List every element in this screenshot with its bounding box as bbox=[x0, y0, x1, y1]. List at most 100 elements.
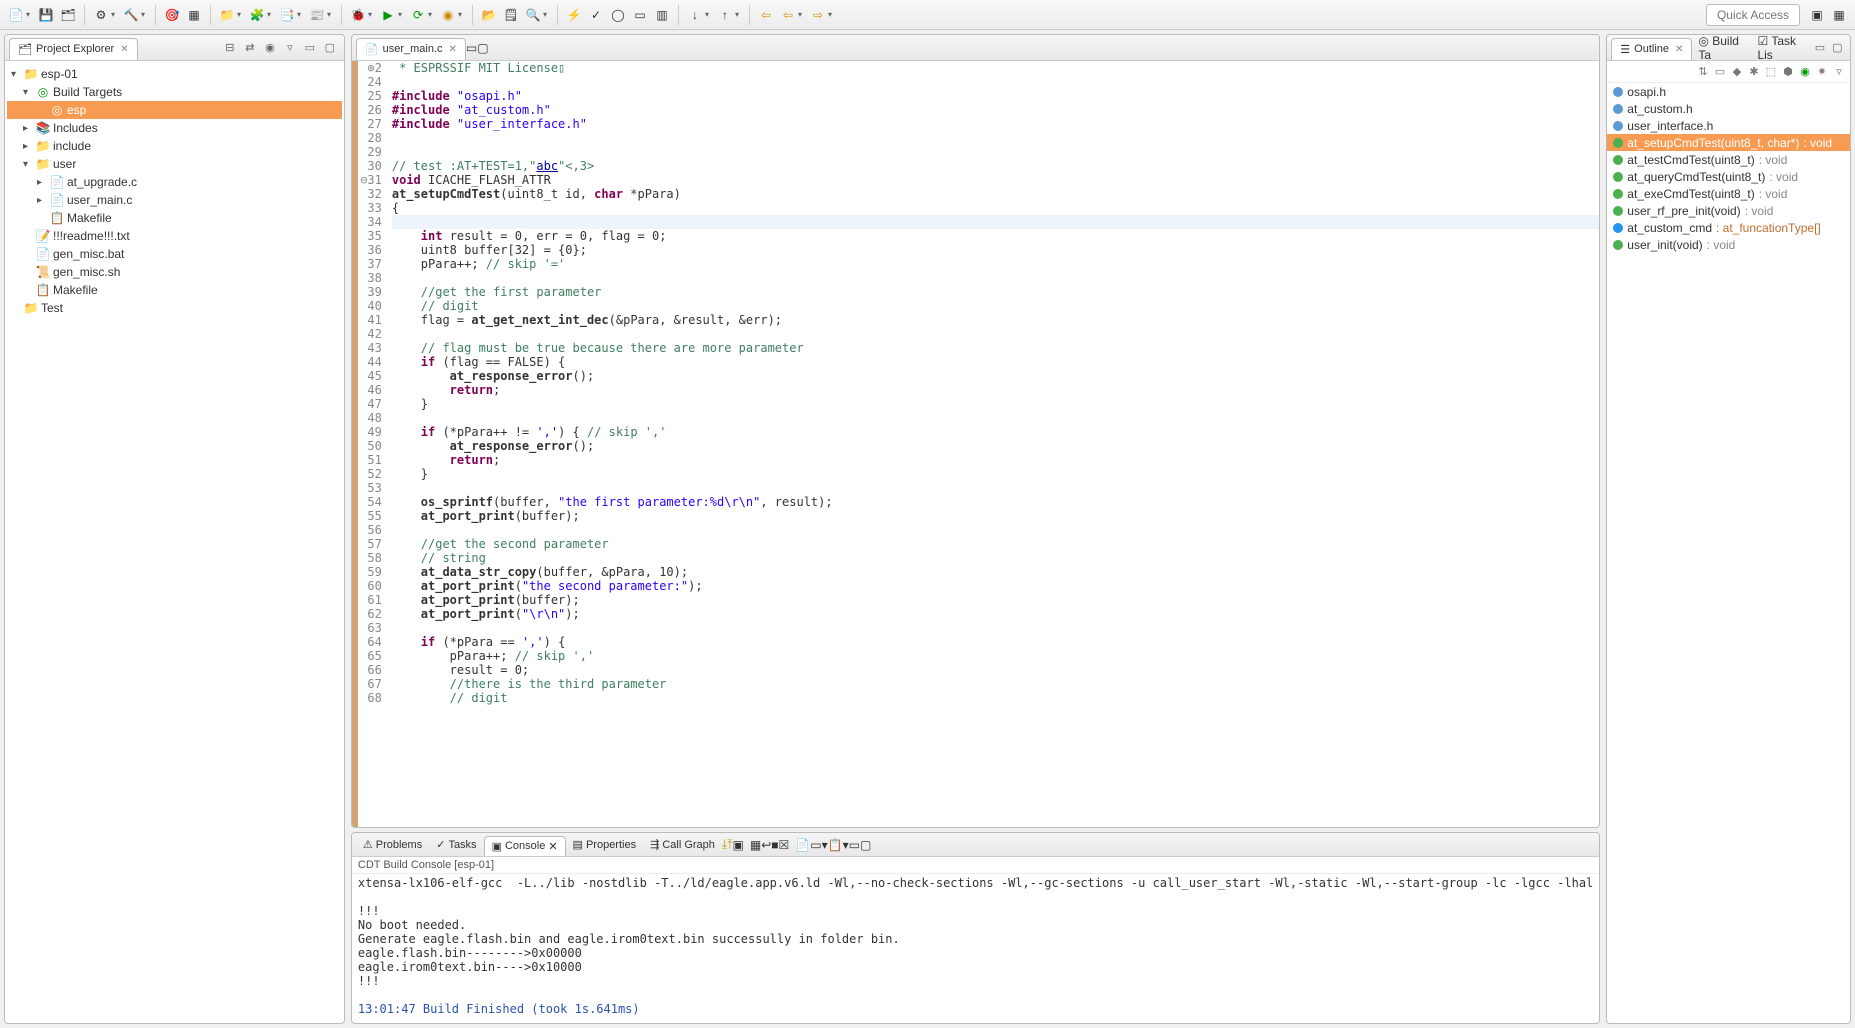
outline-item[interactable]: at_setupCmdTest(uint8_t, char*) : void bbox=[1607, 134, 1850, 151]
link-icon[interactable]: ⬢ bbox=[1781, 65, 1795, 79]
tree-user[interactable]: ▾📁user bbox=[7, 155, 342, 173]
tree-readme[interactable]: 📝!!!readme!!!.txt bbox=[7, 227, 342, 245]
tab-callgraph[interactable]: ⇶Call Graph bbox=[643, 835, 722, 854]
collapse-all-icon[interactable]: ⊟ bbox=[222, 40, 238, 56]
hide-non-public-icon[interactable]: ✱ bbox=[1747, 65, 1761, 79]
tree-makefile2[interactable]: 📋Makefile bbox=[7, 281, 342, 299]
tree-build-targets[interactable]: ▾◎Build Targets bbox=[7, 83, 342, 101]
debug-icon[interactable]: 🐞 bbox=[349, 6, 367, 24]
link-editor-icon[interactable]: ⇄ bbox=[242, 40, 258, 56]
outline-item[interactable]: user_interface.h bbox=[1607, 117, 1850, 134]
close-icon[interactable]: ✕ bbox=[120, 44, 128, 55]
sort-icon[interactable]: ⇅ bbox=[1696, 65, 1710, 79]
outline-item[interactable]: user_init(void) : void bbox=[1607, 236, 1850, 253]
outline-item[interactable]: at_queryCmdTest(uint8_t) : void bbox=[1607, 168, 1850, 185]
nav-back-icon[interactable]: ⇦ bbox=[779, 6, 797, 24]
new-console-icon[interactable]: 📋 bbox=[828, 838, 843, 852]
target-icon[interactable]: 🎯 bbox=[163, 6, 181, 24]
nav-fwd-icon[interactable]: ⇨ bbox=[809, 6, 827, 24]
editor-tab-user-main[interactable]: 📄 user_main.c ✕ bbox=[356, 38, 466, 60]
tab-properties[interactable]: ▤Properties bbox=[566, 835, 644, 854]
remove-icon[interactable]: ☒ bbox=[779, 838, 790, 852]
tree-includes[interactable]: ▸📚Includes bbox=[7, 119, 342, 137]
tree-esp[interactable]: ◎esp bbox=[7, 101, 342, 119]
console-body[interactable]: xtensa-lx106-elf-gcc -L../lib -nostdlib … bbox=[352, 874, 1599, 1023]
open-type-icon[interactable]: 🗒 bbox=[502, 6, 520, 24]
tab-problems[interactable]: ⚠Problems bbox=[356, 835, 429, 854]
minimize-icon[interactable]: ▭ bbox=[1813, 40, 1826, 56]
outline-list[interactable]: osapi.hat_custom.huser_interface.hat_set… bbox=[1607, 83, 1850, 1023]
perspective-c-icon[interactable]: ▣ bbox=[1808, 6, 1826, 24]
dropdown-arrow-icon[interactable]: ▾ bbox=[26, 10, 34, 19]
project-tree[interactable]: ▾📁esp-01 ▾◎Build Targets ◎esp ▸📚Includes… bbox=[5, 61, 344, 1023]
binary-icon[interactable]: ▦ bbox=[185, 6, 203, 24]
new-class-icon[interactable]: 🧩 bbox=[248, 6, 266, 24]
toggle-breakpoint-icon[interactable]: ◯ bbox=[609, 6, 627, 24]
tree-gen-misc-bat[interactable]: 📄gen_misc.bat bbox=[7, 245, 342, 263]
project-explorer-tab[interactable]: 🗂 Project Explorer ✕ bbox=[9, 38, 138, 60]
search-icon[interactable]: 🔍 bbox=[524, 6, 542, 24]
next-annotation-icon[interactable]: ↓ bbox=[686, 6, 704, 24]
maximize-icon[interactable]: ▢ bbox=[860, 838, 871, 852]
maximize-icon[interactable]: ▢ bbox=[322, 40, 338, 56]
outline-tab[interactable]: ☰ Outline ✕ bbox=[1611, 38, 1692, 60]
clear-icon[interactable]: ▦ bbox=[750, 838, 761, 852]
wand-icon[interactable]: ⚡ bbox=[565, 6, 583, 24]
outline-item[interactable]: at_custom_cmd : at_funcationType[] bbox=[1607, 219, 1850, 236]
focus-task-icon[interactable]: ◉ bbox=[1798, 65, 1812, 79]
display-icon[interactable]: ▭ bbox=[810, 838, 821, 852]
new-header-icon[interactable]: 📰 bbox=[308, 6, 326, 24]
open-folder-icon[interactable]: 📂 bbox=[480, 6, 498, 24]
run-last-icon[interactable]: ⟳ bbox=[409, 6, 427, 24]
tree-root[interactable]: ▾📁esp-01 bbox=[7, 65, 342, 83]
outline-item[interactable]: at_custom.h bbox=[1607, 100, 1850, 117]
quick-access[interactable]: Quick Access bbox=[1706, 4, 1800, 26]
tree-makefile1[interactable]: 📋Makefile bbox=[7, 209, 342, 227]
new-icon[interactable]: 📄 bbox=[7, 6, 25, 24]
editor-body[interactable]: ⊕224252627282930⊖31323334353637383940414… bbox=[352, 61, 1599, 827]
new-folder-icon[interactable]: 📁 bbox=[218, 6, 236, 24]
toggle-mark-icon[interactable]: ✓ bbox=[587, 6, 605, 24]
tree-user-main[interactable]: ▸📄user_main.c bbox=[7, 191, 342, 209]
step-icon[interactable]: ▭ bbox=[631, 6, 649, 24]
prev-annotation-icon[interactable]: ↑ bbox=[716, 6, 734, 24]
columns-icon[interactable]: ▥ bbox=[653, 6, 671, 24]
focus-icon[interactable]: ◉ bbox=[262, 40, 278, 56]
run-icon[interactable]: ▶ bbox=[379, 6, 397, 24]
view-menu-icon[interactable]: ▿ bbox=[282, 40, 298, 56]
minimize-icon[interactable]: ▭ bbox=[302, 40, 318, 56]
outline-item[interactable]: at_exeCmdTest(uint8_t) : void bbox=[1607, 185, 1850, 202]
filter-inactive-icon[interactable]: ⬚ bbox=[1764, 65, 1778, 79]
new-source-icon[interactable]: 📑 bbox=[278, 6, 296, 24]
code-area[interactable]: * ESPRSSIF MIT License▯ #include "osapi.… bbox=[388, 61, 1599, 827]
wrap-icon[interactable]: ↩ bbox=[761, 838, 771, 852]
hammer-icon[interactable]: 🔨 bbox=[122, 6, 140, 24]
save-all-icon[interactable]: 🗂 bbox=[59, 6, 77, 24]
tab-tasks[interactable]: ✓Tasks bbox=[429, 835, 483, 854]
back-icon[interactable]: ⇦ bbox=[757, 6, 775, 24]
tree-test[interactable]: 📁Test bbox=[7, 299, 342, 317]
view-menu-icon[interactable]: ▿ bbox=[1832, 65, 1846, 79]
perspective-debug-icon[interactable]: ▦ bbox=[1830, 6, 1848, 24]
close-icon[interactable]: ✕ bbox=[548, 840, 557, 853]
maximize-icon[interactable]: ▢ bbox=[477, 41, 488, 55]
outline-item[interactable]: osapi.h bbox=[1607, 83, 1850, 100]
tree-include[interactable]: ▸📁include bbox=[7, 137, 342, 155]
settings-icon[interactable]: ✷ bbox=[1815, 65, 1829, 79]
minimize-icon[interactable]: ▭ bbox=[849, 838, 860, 852]
maximize-icon[interactable]: ▢ bbox=[1831, 40, 1844, 56]
tab-console[interactable]: ▣Console ✕ bbox=[484, 836, 566, 856]
show-console-icon[interactable]: ▣ bbox=[733, 838, 744, 852]
outline-item[interactable]: user_rf_pre_init(void) : void bbox=[1607, 202, 1850, 219]
minimize-icon[interactable]: ▭ bbox=[466, 41, 477, 55]
close-icon[interactable]: ✕ bbox=[449, 44, 457, 55]
terminate-icon[interactable]: ■ bbox=[771, 838, 778, 852]
filter-fields-icon[interactable]: ▭ bbox=[1713, 65, 1727, 79]
save-icon[interactable]: 💾 bbox=[37, 6, 55, 24]
tree-at-upgrade[interactable]: ▸📄at_upgrade.c bbox=[7, 173, 342, 191]
open-console-icon[interactable]: 📄 bbox=[795, 838, 810, 852]
filter-static-icon[interactable]: ◆ bbox=[1730, 65, 1744, 79]
outline-item[interactable]: at_testCmdTest(uint8_t) : void bbox=[1607, 151, 1850, 168]
close-icon[interactable]: ✕ bbox=[1675, 44, 1683, 55]
build-icon[interactable]: ⚙ bbox=[92, 6, 110, 24]
